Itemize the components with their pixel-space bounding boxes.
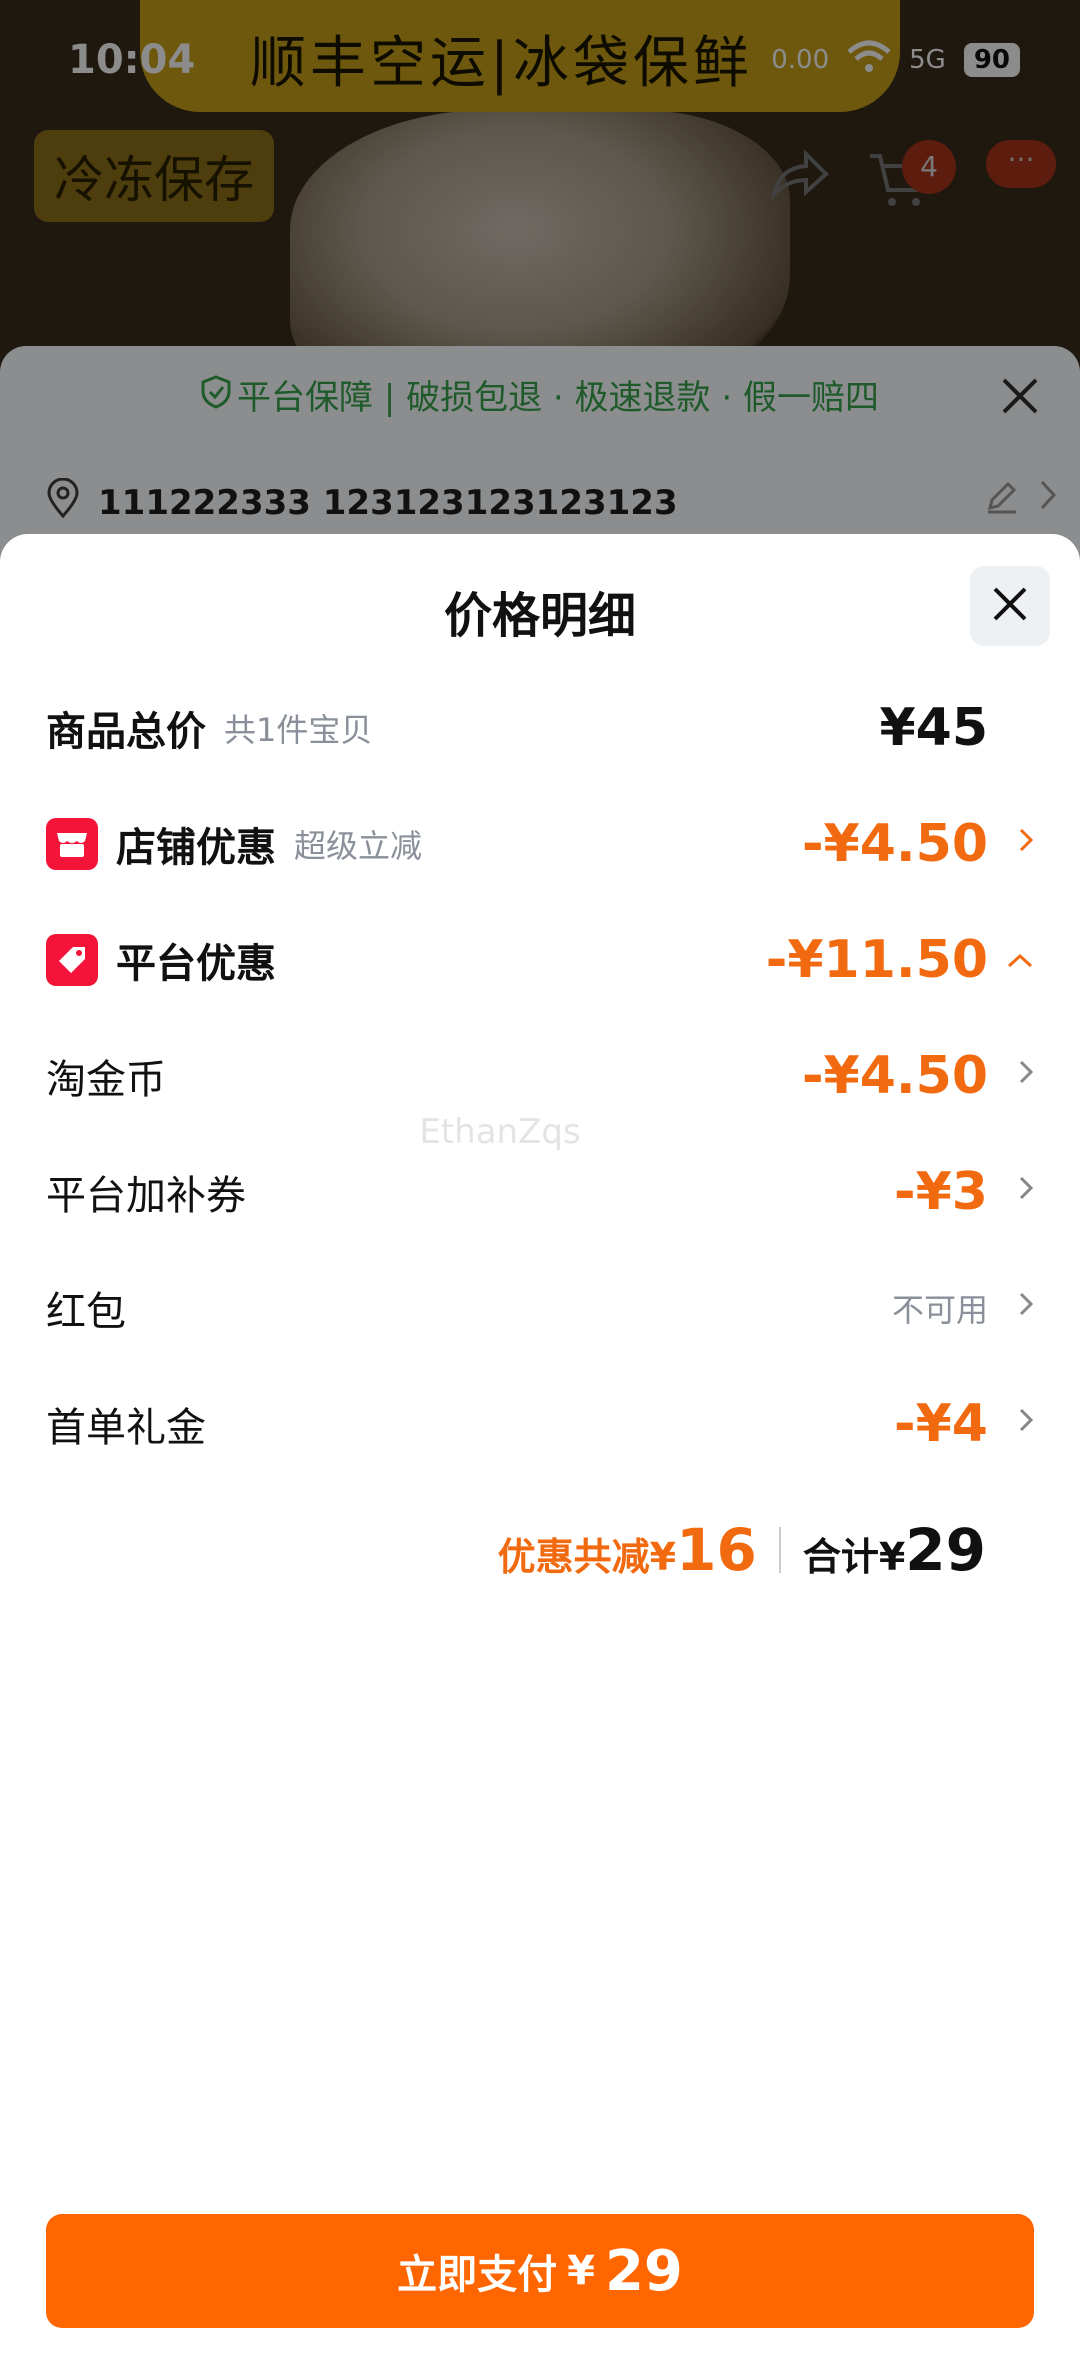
store-discount-row[interactable]: 店铺优惠 超级立减 -¥4.50 (46, 804, 1034, 884)
chevron-right-icon (1002, 825, 1034, 863)
location-icon (46, 477, 80, 527)
item-amount: 不可用 (891, 1291, 988, 1329)
pay-currency: ¥ (567, 2248, 595, 2294)
platform-guarantee: 平台保障 | 破损包退 · 极速退款 · 假一赔四 (0, 370, 1080, 419)
goods-count: 共1件宝贝 (224, 711, 373, 749)
chevron-right-icon (1038, 478, 1058, 521)
shield-icon (201, 375, 231, 418)
discount-total: 优惠共减¥16 (497, 1516, 757, 1584)
platform-discount-amount: -¥11.50 (765, 930, 988, 990)
pay-label: 立即支付 (397, 2252, 558, 2298)
item-amount: -¥4.50 (801, 1046, 988, 1106)
address-text: 111222333 123123123123123 (98, 482, 678, 523)
chevron-right-icon (1002, 1405, 1034, 1443)
chevron-right-icon (1002, 1289, 1034, 1327)
goods-total-amount: ¥45 (879, 698, 988, 758)
store-discount-amount: -¥4.50 (801, 814, 988, 874)
pay-now-button[interactable]: 立即支付 ¥29 (46, 2214, 1034, 2328)
platform-discount-row[interactable]: 平台优惠 -¥11.50 (46, 920, 1034, 1000)
edit-icon[interactable] (984, 478, 1020, 523)
store-discount-type: 超级立减 (294, 827, 423, 865)
close-icon (991, 585, 1029, 627)
list-item[interactable]: 平台加补券 -¥3 (46, 1152, 1034, 1232)
platform-discount-label: 平台优惠 (116, 941, 276, 987)
list-item[interactable]: 首单礼金 -¥4 (46, 1384, 1034, 1464)
address-row[interactable]: 111222333 123123123123123 (46, 477, 678, 527)
goods-total-label: 商品总价 (46, 709, 206, 755)
close-button[interactable] (970, 566, 1050, 646)
sheet-title: 价格明细 (443, 588, 636, 644)
item-label: 首单礼金 (46, 1405, 206, 1451)
chevron-right-icon (1002, 1173, 1034, 1211)
item-label: 平台加补券 (46, 1173, 246, 1219)
divider (778, 1527, 781, 1573)
watermark: EthanZqs (419, 1112, 581, 1152)
price-detail-sheet: 价格明细 商品总价 共1件宝贝 ¥45 店铺优惠 超级立减 -¥4.50 平台优… (0, 534, 1080, 2374)
chevron-right-icon (1002, 1057, 1034, 1095)
coupon-tag-icon (46, 934, 98, 986)
grand-total: 合计¥29 (802, 1516, 986, 1584)
list-item[interactable]: 淘金币 -¥4.50 (46, 1036, 1034, 1116)
item-amount: -¥3 (894, 1162, 988, 1222)
close-icon[interactable] (1000, 372, 1040, 428)
item-label: 淘金币 (46, 1057, 166, 1103)
goods-total-row: 商品总价 共1件宝贝 ¥45 (46, 688, 1034, 768)
pay-amount: 29 (604, 2238, 683, 2304)
guarantee-text: 平台保障 | 破损包退 · 极速退款 · 假一赔四 (237, 378, 879, 418)
store-discount-label: 店铺优惠 (116, 825, 276, 871)
store-icon (46, 818, 98, 870)
item-amount: -¥4 (894, 1394, 988, 1454)
list-item[interactable]: 红包 不可用 (46, 1268, 1034, 1348)
price-summary: 优惠共减¥16 合计¥29 (498, 1516, 986, 1584)
chevron-up-icon (1002, 943, 1034, 978)
item-label: 红包 (46, 1289, 126, 1335)
